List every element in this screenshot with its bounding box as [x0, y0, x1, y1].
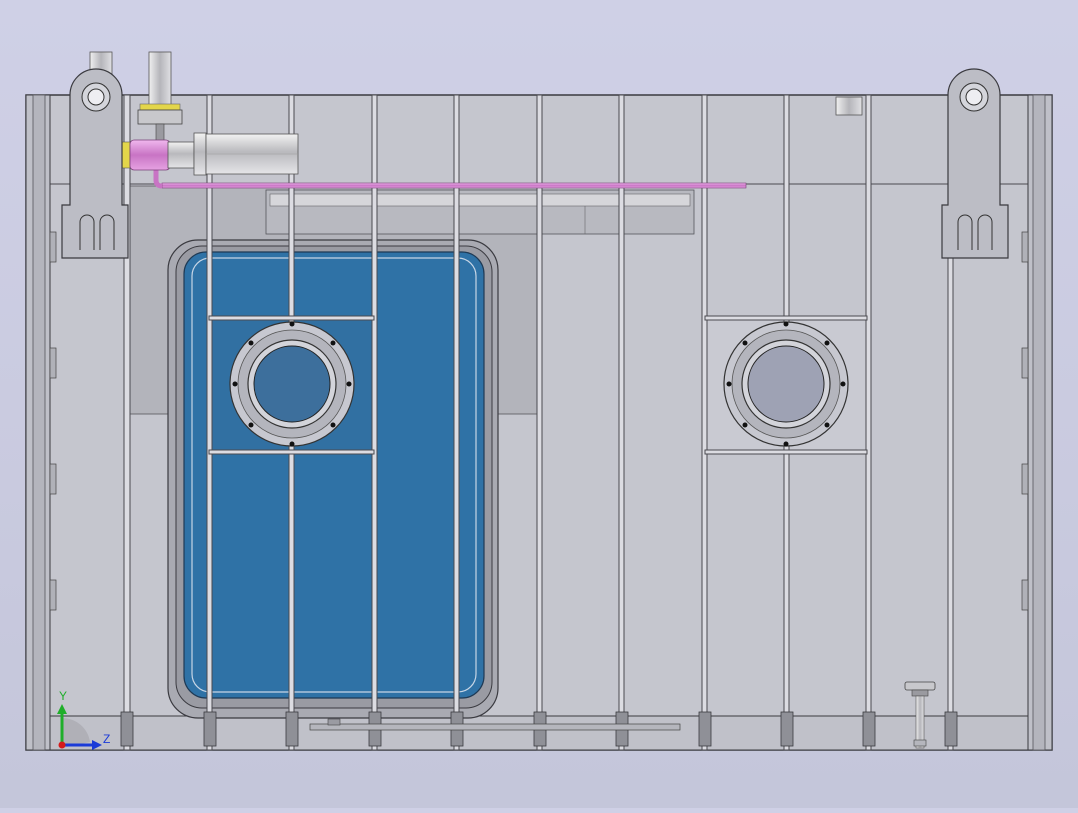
door-porthole[interactable] [229, 321, 355, 447]
cad-viewport[interactable]: Y Z [0, 0, 1078, 808]
axis-label-z: Z [103, 732, 110, 746]
left-lifting-lug [61, 68, 129, 259]
side-porthole[interactable] [723, 321, 849, 447]
right-lifting-lug [941, 68, 1009, 259]
axis-label-y: Y [59, 689, 67, 703]
cad-drawing[interactable]: Y Z [0, 0, 1078, 808]
